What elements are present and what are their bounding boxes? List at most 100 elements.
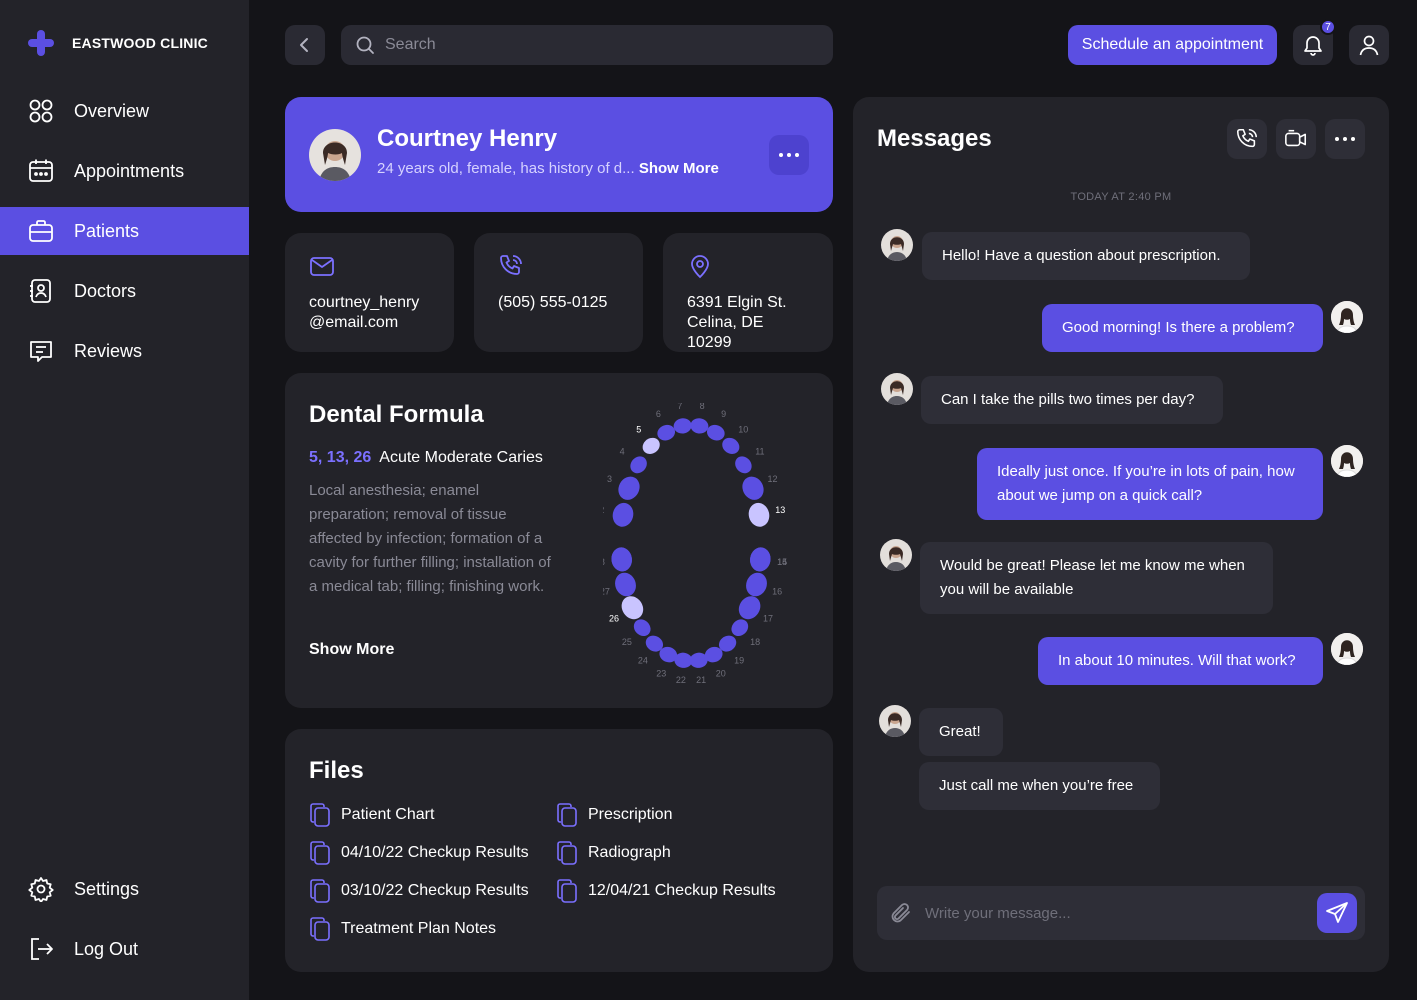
tooth-17[interactable] (734, 592, 764, 623)
tooth-3[interactable] (614, 473, 643, 504)
conversation-timestamp: TODAY AT 2:40 PM (1070, 191, 1172, 203)
messages-panel: Messages TODAY AT 2:40 PM Hello! Have a … (853, 97, 1389, 972)
message-incoming: Can I take the pills two times per day? (921, 376, 1223, 424)
nav-item-appointments[interactable]: Appointments (0, 147, 249, 195)
files-card: Files Patient Chart 04/10/22 Checkup Res… (285, 729, 833, 972)
brand[interactable]: EASTWOOD CLINIC (28, 30, 208, 56)
tooth-8[interactable] (690, 417, 710, 434)
patient-name: Courtney Henry (377, 125, 558, 152)
file-name: Patient Chart (341, 806, 435, 823)
tooth-16[interactable] (743, 570, 771, 600)
diagnosis: Acute Moderate Caries (379, 449, 543, 466)
file-icon (310, 841, 330, 865)
tooth-11[interactable] (732, 453, 755, 477)
tooth-label: 22 (676, 675, 686, 683)
dental-title: Dental Formula (309, 401, 484, 428)
address-card[interactable]: 6391 Elgin St. Celina, DE 10299 (663, 233, 833, 352)
search-icon (356, 36, 374, 54)
nav-item-patients[interactable]: Patients (0, 207, 249, 255)
video-camera-icon (1285, 129, 1307, 147)
schedule-appointment-button[interactable]: Schedule an appointment (1068, 25, 1277, 65)
tooth-label: 19 (734, 656, 744, 666)
tooth-label: 24 (638, 656, 648, 666)
tooth-2[interactable] (610, 501, 636, 529)
patient-more-button[interactable] (769, 135, 809, 175)
patient-avatar (309, 129, 361, 181)
tooth-label: 16 (772, 587, 782, 597)
phone-card[interactable]: (505) 555-0125 (474, 233, 643, 352)
file-name: 12/04/21 Checkup Results (588, 882, 776, 899)
file-icon (557, 803, 577, 827)
tooth-label: 23 (656, 669, 666, 679)
file-icon (310, 917, 330, 941)
tooth-15[interactable] (749, 546, 773, 573)
file-item[interactable]: Patient Chart (309, 803, 434, 827)
tooth-label: 18 (750, 637, 760, 647)
nav-item-overview[interactable]: Overview (0, 87, 249, 135)
file-item[interactable]: Radiograph (556, 841, 671, 865)
tooth-4[interactable] (627, 453, 650, 477)
tooth-27[interactable] (612, 570, 640, 600)
message-incoming: Hello! Have a question about prescriptio… (922, 232, 1250, 280)
send-button[interactable] (1317, 893, 1357, 933)
tooth-label: 26 (609, 614, 619, 624)
tooth-26[interactable] (617, 592, 647, 623)
tooth-28[interactable] (610, 546, 634, 573)
tooth-label: 28 (603, 557, 605, 567)
file-item[interactable]: 03/10/22 Checkup Results (309, 879, 529, 903)
file-icon (557, 841, 577, 865)
file-item[interactable]: Treatment Plan Notes (309, 917, 496, 941)
tooth-label: 27 (603, 587, 610, 597)
file-item[interactable]: Prescription (556, 803, 672, 827)
tooth-label: 3 (607, 474, 612, 484)
patient-show-more-link[interactable]: Show More (639, 160, 719, 177)
back-button[interactable] (285, 25, 325, 65)
affected-teeth: 5, 13, 26 (309, 449, 372, 466)
message-outgoing: Ideally just once. If you’re in lots of … (977, 448, 1323, 520)
tooth-label: 17 (763, 614, 773, 624)
tooth-13[interactable] (746, 501, 772, 529)
grid-icon (29, 99, 53, 123)
tooth-label: 13 (775, 505, 785, 515)
nav-label: Log Out (74, 938, 139, 959)
patient-avatar (881, 229, 913, 261)
gear-icon (28, 877, 54, 902)
voice-call-button[interactable] (1227, 119, 1267, 159)
location-pin-icon (691, 255, 709, 279)
tooth-12[interactable] (738, 473, 767, 504)
email-line: courtney_henry (309, 294, 420, 311)
chevron-left-icon (300, 38, 308, 52)
nav-label: Settings (74, 878, 140, 899)
paperclip-icon[interactable] (889, 901, 913, 925)
nav-label: Doctors (74, 280, 137, 301)
messages-more-button[interactable] (1325, 119, 1365, 159)
notifications-button[interactable]: 7 (1293, 19, 1336, 65)
doctor-avatar (1331, 301, 1363, 333)
profile-button[interactable] (1349, 25, 1389, 65)
clinic-logo-icon (28, 30, 54, 56)
phone-number: (505) 555-0125 (498, 294, 608, 311)
file-item[interactable]: 04/10/22 Checkup Results (309, 841, 529, 865)
tooth-18[interactable] (728, 616, 752, 639)
file-name: Treatment Plan Notes (341, 920, 497, 937)
video-call-button[interactable] (1276, 119, 1316, 159)
email-card[interactable]: courtney_henry @email.com (285, 233, 454, 352)
patient-avatar (881, 373, 913, 405)
tooth-label: 12 (767, 474, 777, 484)
nav-item-settings[interactable]: Settings (0, 865, 249, 913)
dental-show-more-link[interactable]: Show More (309, 641, 394, 659)
phone-icon (500, 255, 522, 275)
file-item[interactable]: 12/04/21 Checkup Results (556, 879, 776, 903)
calendar-icon (29, 159, 53, 182)
nav-item-doctors[interactable]: Doctors (0, 267, 249, 315)
file-name: 04/10/22 Checkup Results (341, 844, 529, 861)
message-input[interactable] (925, 904, 1305, 922)
search-bar[interactable] (341, 25, 833, 65)
nav-item-reviews[interactable]: Reviews (0, 327, 249, 375)
dental-formula-card: Dental Formula 5, 13, 26 Acute Moderate C… (285, 373, 833, 708)
nav-item-logout[interactable]: Log Out (0, 925, 249, 973)
tooth-25[interactable] (630, 616, 654, 639)
search-input[interactable] (385, 36, 805, 54)
nav-label: Reviews (74, 340, 143, 361)
tooth-7[interactable] (673, 417, 693, 434)
